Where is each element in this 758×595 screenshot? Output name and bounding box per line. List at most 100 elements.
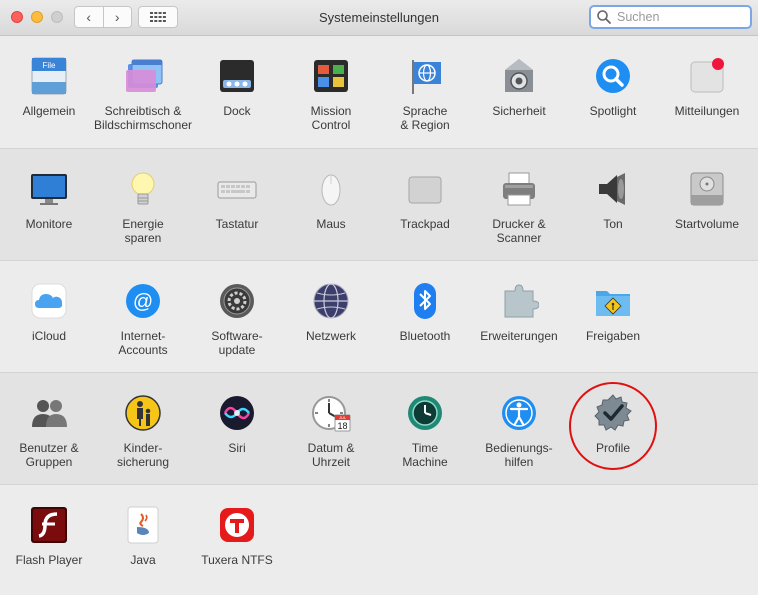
label-line-1: Kinder- [123,441,163,455]
pref-item-label: Drucker & Scanner [466,217,572,245]
pref-item-label: Datum & Uhrzeit [278,441,384,469]
label-line-1: Ton [603,217,623,231]
label-line-1: Freigaben [585,329,641,343]
label-line-1: Bedienungs- [485,441,553,455]
pref-item-siri[interactable]: Siri [190,373,284,483]
pref-item-netzwerk[interactable]: Netzwerk [284,261,378,371]
pref-item-label: Maus [278,217,384,231]
pref-item-label: Flash Player [0,553,102,567]
date-time-icon: JUL 18 [311,393,351,433]
siri-icon [217,393,257,433]
svg-text:@: @ [133,291,153,313]
pref-item-label: iCloud [0,329,102,343]
pref-item-freigaben[interactable]: Freigaben [566,261,660,371]
pref-item-label: Tuxera NTFS [184,553,290,567]
general-icon: File [29,56,69,96]
label-line-1: Mitteilungen [674,104,740,118]
pref-item-label: Ton [560,217,666,231]
parental-controls-icon [123,393,163,433]
pref-item-label: Software-update [184,329,290,357]
sound-icon [593,169,633,209]
pref-item-trackpad[interactable]: Trackpad [378,149,472,259]
accessibility-icon [499,393,539,433]
label-line-1: Time [411,441,439,455]
sharing-icon [593,281,633,321]
pref-item-dock[interactable]: Dock [190,36,284,146]
time-machine-icon [405,393,445,433]
label-line-1: Spotlight [589,104,637,118]
pref-item-label: Dock [184,104,290,118]
software-update-icon [217,281,257,321]
pref-item-monitore[interactable]: Monitore [2,149,96,259]
pref-item-label: Java [90,553,196,567]
label-line-1: Schreibtisch & [104,104,182,118]
pref-item-software-update[interactable]: Software-update [190,261,284,371]
pref-item-label: Siri [184,441,290,455]
pref-item-label: Bluetooth [372,329,478,343]
energy-saver-icon [123,169,163,209]
pref-item-label: Mitteilungen [654,104,758,118]
pref-item-maus[interactable]: Maus [284,149,378,259]
pref-item-bedienungshilfen[interactable]: Bedienungs-hilfen [472,373,566,483]
pref-item-label: Energie sparen [90,217,196,245]
label-line-1: Siri [228,441,246,455]
label-line-1: iCloud [31,329,67,343]
pref-item-tuxera-ntfs[interactable]: Tuxera NTFS [190,485,284,595]
label-line-1: Netzwerk [305,329,356,343]
desktop-screensaver-icon [123,56,163,96]
pref-item-label: Benutzer & Gruppen [0,441,102,469]
pref-item-mission-control[interactable]: Mission Control [284,36,378,146]
extensions-icon [499,281,539,321]
pref-item-erweiterungen[interactable]: Erweiterungen [472,261,566,371]
label-line-1: Maus [316,217,346,231]
pref-item-bluetooth[interactable]: Bluetooth [378,261,472,371]
label-line-1: Internet- [120,329,166,343]
pref-item-label: Mission Control [278,104,384,132]
flash-player-icon [29,505,69,545]
internet-accounts-icon: @ [123,281,163,321]
pref-item-label: Sicherheit [466,104,572,118]
pref-item-icloud[interactable]: iCloud [2,261,96,371]
pref-item-time-machine[interactable]: Time Machine [378,373,472,483]
pref-item-datum-uhrzeit[interactable]: JUL 18 Datum & Uhrzeit [284,373,378,483]
label-line-2: hilfen [504,455,534,469]
label-line-1: Startvolume [674,217,740,231]
pref-item-internet-accounts[interactable]: @ Internet- Accounts [96,261,190,371]
pref-item-sicherheit[interactable]: Sicherheit [472,36,566,146]
label-line-2: Bildschirmschoner [93,118,193,132]
pref-item-tastatur[interactable]: Tastatur [190,149,284,259]
pref-item-label: Schreibtisch & Bildschirmschoner [90,104,196,132]
pref-item-label: Time Machine [372,441,478,469]
pref-item-ton[interactable]: Ton [566,149,660,259]
pref-item-flash-player[interactable]: Flash Player [2,485,96,595]
users-groups-icon [29,393,69,433]
pref-item-kindersicherung[interactable]: Kinder-sicherung [96,373,190,483]
dock-icon [217,56,257,96]
pref-item-benutzer-gruppen[interactable]: Benutzer & Gruppen [2,373,96,483]
highlight-circle-annotation [569,382,657,470]
trackpad-icon [405,169,445,209]
pref-item-java[interactable]: Java [96,485,190,595]
pref-item-label: Erweiterungen [466,329,572,343]
pref-item-energie-sparen[interactable]: Energie sparen [96,149,190,259]
label-line-1: Drucker & [492,217,546,231]
pref-item-label: Netzwerk [278,329,384,343]
java-icon [123,505,163,545]
pref-item-sprache-region[interactable]: Sprache & Region [378,36,472,146]
pref-item-schreibtisch[interactable]: Schreibtisch & Bildschirmschoner [94,36,192,146]
label-line-1: Sicherheit [492,104,546,118]
pref-item-mitteilungen[interactable]: Mitteilungen [660,36,754,146]
calendar-day-label: 18 [337,421,347,431]
label-line-1: Monitore [25,217,73,231]
notifications-icon [687,56,727,96]
search-field[interactable] [589,5,752,29]
security-icon [499,56,539,96]
pref-item-spotlight[interactable]: Spotlight [566,36,660,146]
pref-item-drucker-scanner[interactable]: Drucker & Scanner [472,149,566,259]
search-input[interactable] [615,9,739,25]
pref-item-startvolume[interactable]: Startvolume [660,149,754,259]
label-line-2: Scanner [496,231,542,245]
pref-item-allgemein[interactable]: File Allgemein [2,36,96,146]
title-bar: ‹ › Systemeinstellungen [0,0,758,36]
label-line-2: Uhrzeit [311,455,350,469]
